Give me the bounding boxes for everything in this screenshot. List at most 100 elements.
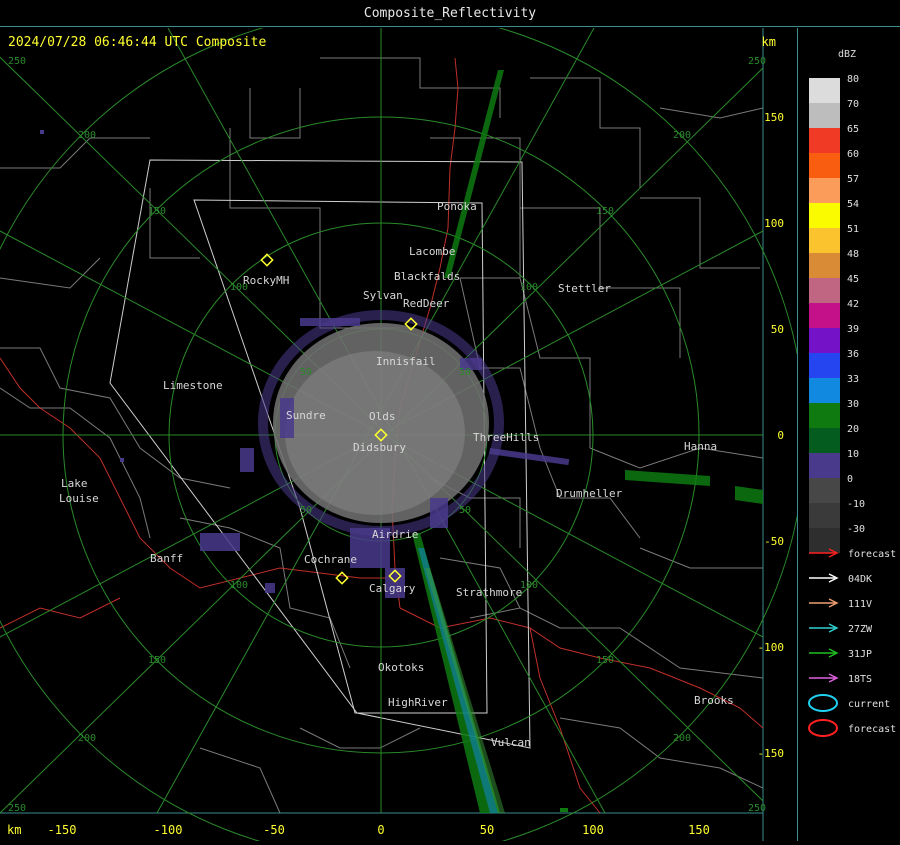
town-label: Drumheller — [556, 487, 623, 500]
corner-ring-label: 250 — [748, 803, 766, 814]
legend-graphic: dBZ 80 70 65 60 57 54 51 48 45 42 39 36 33 30 20 10 0 -10… — [808, 49, 896, 737]
y-tick-label: -100 — [758, 641, 785, 654]
panel-divider — [797, 28, 798, 841]
town-label: Blackfalds — [394, 270, 460, 283]
y-tick-label: -150 — [758, 747, 785, 760]
colorbar-tick-label: 65 — [847, 124, 859, 135]
town-label: Lake — [61, 477, 88, 490]
ring-distance-label: 100 — [230, 580, 248, 591]
ring-distance-label: 150 — [596, 206, 614, 217]
colorbar-tick-label: 57 — [847, 174, 859, 185]
ring-distance-label: 200 — [78, 733, 96, 744]
town-label: ThreeHills — [473, 431, 539, 444]
x-tick-label: -150 — [48, 823, 77, 837]
corner-ring-label: 250 — [8, 803, 26, 814]
colorbar-tick-label: 33 — [847, 374, 859, 385]
colorbar-tick-label: 60 — [847, 149, 859, 160]
town-label: Lacombe — [409, 245, 455, 258]
town-label: RockyMH — [243, 274, 289, 287]
town-label: Sundre — [286, 409, 326, 422]
radar-map-panel[interactable]: 250 250 250 250 50 50 50 50 100 100 100 100 150 150 15… — [0, 10, 806, 845]
town-label: Didsbury — [353, 441, 406, 454]
colorbar-tick-label: 39 — [847, 324, 859, 335]
colorbar-tick-label: 45 — [847, 274, 859, 285]
x-tick-label: 150 — [688, 823, 710, 837]
colorbar-swatch — [809, 528, 840, 553]
radar-map[interactable]: 250 250 250 250 50 50 50 50 100 100 100 100 150 150 15… — [0, 10, 806, 845]
town-label: Banff — [150, 552, 183, 565]
ring-distance-label: 150 — [148, 655, 166, 666]
town-label: Calgary — [369, 582, 416, 595]
y-tick-label: 100 — [764, 217, 784, 230]
town-label: Strathmore — [456, 586, 522, 599]
cell-ellipse-icon — [808, 719, 838, 737]
corner-ring-label: 250 — [8, 56, 26, 67]
colorbar-tick-label: 54 — [847, 199, 859, 210]
colorbar-swatch — [809, 128, 840, 153]
ring-distance-label: 200 — [673, 130, 691, 141]
ring-distance-label: 50 — [300, 505, 312, 516]
colorbar-tick-label: 42 — [847, 299, 859, 310]
x-unit-label: km — [7, 823, 21, 837]
window-title: Composite_Reflectivity — [0, 0, 900, 27]
y-tick-label: 50 — [771, 323, 784, 336]
town-label: Okotoks — [378, 661, 424, 674]
y-tick-label: 0 — [777, 429, 784, 442]
colorbar-swatch — [809, 328, 840, 353]
town-label: HighRiver — [388, 696, 448, 709]
colorbar-tick-label: 10 — [847, 449, 859, 460]
cell-ellipse-icon — [808, 694, 838, 712]
legend-item-label: current — [848, 699, 890, 710]
town-label: Innisfail — [376, 355, 436, 368]
y-tick-label: 150 — [764, 111, 784, 124]
colorbar-swatch — [809, 228, 840, 253]
legend-item-label: 18TS — [848, 674, 872, 685]
legend-item-label: 111V — [848, 599, 872, 610]
town-label: Sylvan — [363, 289, 403, 302]
legend-item-label: forecast — [848, 724, 896, 735]
corner-ring-label: 250 — [748, 56, 766, 67]
x-tick-label: 50 — [480, 823, 494, 837]
legend-item-label: 04DK — [848, 574, 872, 585]
colorbar-tick-label: -30 — [847, 524, 865, 535]
colorbar-swatch — [809, 78, 840, 103]
colorbar-swatch — [809, 178, 840, 203]
colorbar-title: dBZ — [838, 49, 856, 60]
colorbar-swatch — [809, 478, 840, 503]
colorbar-tick-label: -10 — [847, 499, 865, 510]
colorbar-swatch — [809, 253, 840, 278]
colorbar: 80 70 65 60 57 54 51 48 45 42 39 36 33 30 20 10 0 -10 -30 — [809, 74, 865, 553]
ring-distance-label: 50 — [459, 367, 471, 378]
colorbar-swatch — [809, 503, 840, 528]
colorbar-swatch — [809, 278, 840, 303]
y-tick-label: -50 — [764, 535, 784, 548]
colorbar-tick-label: 48 — [847, 249, 859, 260]
legend-item-label: 27ZW — [848, 624, 873, 635]
y-unit-label: km — [762, 35, 776, 49]
x-tick-label: -50 — [263, 823, 285, 837]
ring-distance-label: 50 — [459, 505, 471, 516]
colorbar-tick-label: 0 — [847, 474, 853, 485]
ring-distance-label: 150 — [148, 206, 166, 217]
colorbar-swatch — [809, 428, 840, 453]
colorbar-swatch — [809, 103, 840, 128]
colorbar-tick-label: 20 — [847, 424, 859, 435]
town-label: Cochrane — [304, 553, 357, 566]
ring-distance-label: 100 — [520, 282, 538, 293]
town-label: Ponoka — [437, 200, 477, 213]
storm-track-legend: forecast 04DK 111V 27ZW 31JP 18TS current forec… — [808, 548, 896, 737]
colorbar-swatch — [809, 153, 840, 178]
ring-distance-label: 200 — [673, 733, 691, 744]
town-label: Limestone — [163, 379, 223, 392]
colorbar-swatch — [809, 353, 840, 378]
legend-item-label: 31JP — [848, 649, 872, 660]
legend-item-label: forecast — [848, 549, 896, 560]
ring-distance-label: 100 — [520, 580, 538, 591]
colorbar-swatch — [809, 203, 840, 228]
colorbar-tick-label: 30 — [847, 399, 859, 410]
town-label: Hanna — [684, 440, 717, 453]
ring-distance-label: 150 — [596, 655, 614, 666]
timestamp-label: 2024/07/28 06:46:44 UTC Composite — [8, 35, 266, 50]
x-tick-label: 100 — [582, 823, 604, 837]
town-label: Vulcan — [491, 736, 531, 749]
